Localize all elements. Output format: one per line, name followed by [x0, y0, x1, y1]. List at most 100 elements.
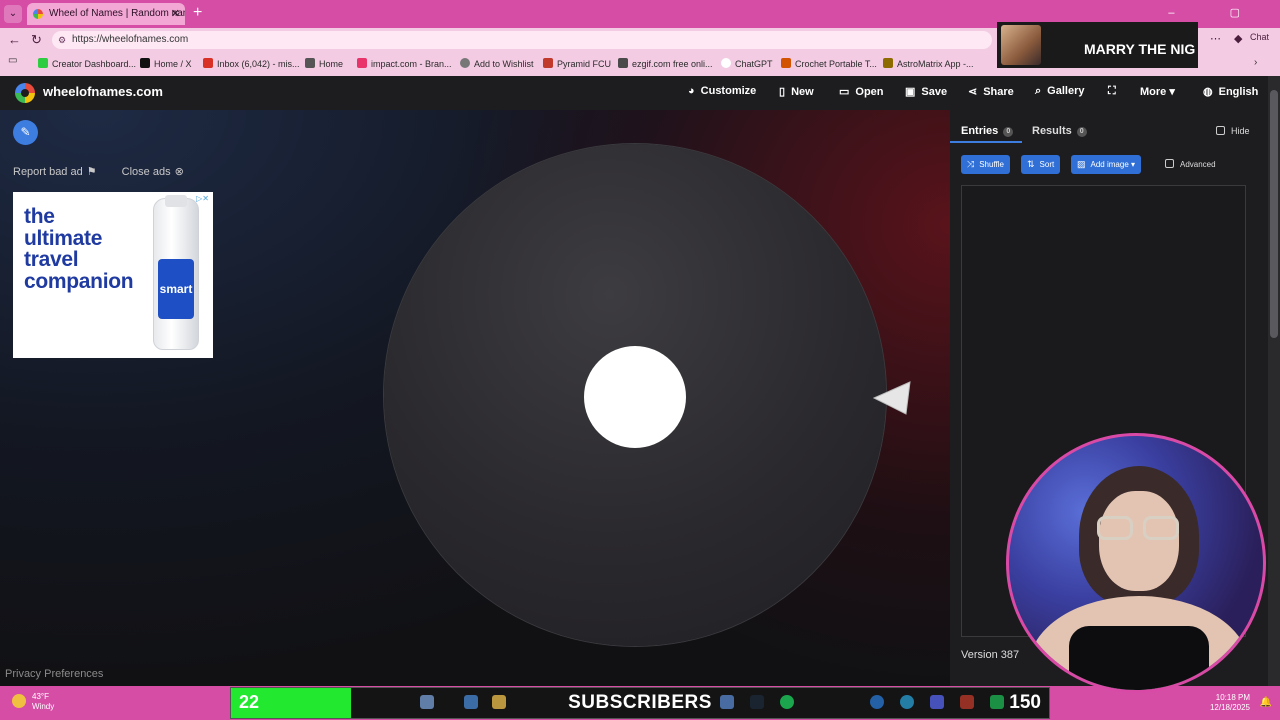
address-bar[interactable]: ⚙ https://wheelofnames.com	[52, 31, 992, 49]
more-button[interactable]: More ▾	[1140, 85, 1175, 98]
language-button[interactable]: ◍ English	[1203, 85, 1258, 98]
bookmark-item[interactable]: Creator Dashboard...	[38, 57, 136, 71]
app-icon[interactable]	[990, 695, 1004, 709]
taskview-icon[interactable]	[420, 695, 434, 709]
close-tab-icon[interactable]: ✕	[171, 3, 180, 25]
open-button[interactable]: ▭ Open	[839, 85, 884, 98]
flag-icon[interactable]: ⚑	[87, 166, 97, 178]
address-url: https://wheelofnames.com	[72, 34, 189, 45]
wheel-center-hub[interactable]	[584, 346, 686, 448]
browser-tab[interactable]: Wheel of Names | Random name p ✕	[27, 3, 185, 25]
bookmark-item[interactable]: ChatGPT	[721, 57, 773, 71]
entries-count-badge: 0	[1003, 127, 1014, 137]
advanced-checkbox[interactable]	[1165, 159, 1174, 168]
sort-button[interactable]: ⇅ Sort	[1021, 155, 1061, 174]
chat-label[interactable]: Chat	[1250, 32, 1269, 42]
spotify-icon[interactable]	[780, 695, 794, 709]
back-icon[interactable]: ←	[8, 31, 21, 49]
privacy-preferences-link[interactable]: Privacy Preferences	[5, 668, 103, 680]
hide-toggle[interactable]: Hide	[1216, 126, 1250, 136]
subscriber-goal-bar: 22 SUBSCRIBERS 150	[230, 687, 1050, 719]
bookmark-item[interactable]: Pyramid FCU	[543, 57, 611, 71]
subscriber-goal: 150	[1009, 692, 1041, 713]
app-icon[interactable]	[720, 695, 734, 709]
creator-icon	[38, 58, 48, 68]
ezgif-icon	[618, 58, 628, 68]
bookmark-item[interactable]: AstroMatrix App -...	[883, 57, 974, 71]
customize-button[interactable]: ◕ Customize	[688, 85, 756, 97]
new-tab-icon[interactable]: +	[193, 4, 202, 22]
bookmark-item[interactable]: ezgif.com free onli...	[618, 57, 713, 71]
site-logo-text[interactable]: wheelofnames.com	[43, 84, 163, 99]
tab-search-icon[interactable]: ⌄	[4, 5, 22, 23]
window-controls[interactable]: – ▢	[1168, 6, 1266, 19]
shuffle-button[interactable]: ⤨ Shuffle	[961, 155, 1010, 174]
ad-controls: Report bad ad ⚑ Close ads ⊗	[13, 165, 188, 178]
more-options-icon[interactable]: ⋯	[1210, 32, 1221, 45]
chevron-down-icon: ▾	[1169, 86, 1175, 98]
edit-pencil-button[interactable]: ✎	[13, 120, 38, 145]
bookmarks-more-icon[interactable]: ›	[1254, 57, 1257, 68]
globe-icon: ◍	[1203, 86, 1213, 98]
copilot-icon[interactable]: ◆	[1234, 32, 1242, 45]
browser-icon[interactable]	[900, 695, 914, 709]
bookmark-item[interactable]: Home / X	[140, 57, 192, 71]
advertisement[interactable]: the ultimate travel companion smart ▷✕	[13, 192, 213, 358]
webcam-top	[1069, 626, 1209, 690]
tab-results[interactable]: Results 0	[1032, 125, 1087, 137]
folder-icon[interactable]	[492, 695, 506, 709]
bottle-cap	[165, 195, 187, 207]
steam-icon[interactable]	[750, 695, 764, 709]
results-count-badge: 0	[1076, 127, 1087, 137]
bookmark-item[interactable]: Home	[305, 57, 343, 71]
files-icon[interactable]	[464, 695, 478, 709]
astromatrix-icon	[883, 58, 893, 68]
share-icon: ⋖	[968, 86, 978, 98]
bookmark-item[interactable]: Crochet Portable T...	[781, 57, 877, 71]
palette-icon: ◕	[688, 85, 695, 97]
notification-bell-icon[interactable]: 🔔	[1260, 697, 1272, 708]
weather-widget[interactable]: 43°F Windy	[12, 692, 54, 712]
bookmark-item[interactable]: impact.com - Bran...	[357, 57, 452, 71]
add-image-button[interactable]: ▨ Add image ▾	[1071, 155, 1142, 174]
reload-icon[interactable]: ↻	[31, 31, 42, 49]
discord-icon[interactable]	[930, 695, 944, 709]
fullscreen-icon: ⛶	[1108, 85, 1116, 97]
weather-icon	[12, 694, 26, 708]
system-clock[interactable]: 10:18 PM 12/18/2025	[1210, 693, 1250, 713]
share-button[interactable]: ⋖ Share	[968, 85, 1014, 98]
site-info-icon[interactable]: ⚙	[58, 31, 66, 49]
sidebar-toggle-icon[interactable]: ▭	[8, 55, 17, 66]
weather-temp: 43°F	[32, 692, 49, 701]
edge-icon[interactable]	[870, 695, 884, 709]
adchoices-icon[interactable]: ▷✕	[196, 194, 209, 203]
chatgpt-icon	[721, 58, 731, 68]
scrollbar-thumb[interactable]	[1270, 90, 1278, 338]
ad-brand: smart	[158, 259, 194, 319]
report-bad-ad-link[interactable]: Report bad ad	[13, 166, 83, 178]
gallery-button[interactable]: ⌕ Gallery	[1035, 85, 1084, 98]
close-ads-link[interactable]: Close ads	[122, 166, 171, 178]
fullscreen-button[interactable]: ⛶	[1108, 85, 1122, 98]
active-tab-indicator	[950, 141, 1022, 143]
bank-icon	[543, 58, 553, 68]
bookmark-item[interactable]: Inbox (6,042) - mis...	[203, 57, 300, 71]
pencil-icon: ✎	[20, 125, 31, 139]
advanced-toggle[interactable]: Advanced	[1165, 159, 1216, 169]
tab-entries[interactable]: Entries 0	[961, 125, 1014, 137]
close-circle-icon[interactable]: ⊗	[175, 166, 184, 178]
save-icon: ▣	[905, 86, 916, 98]
tab-title: Wheel of Names | Random name p	[49, 8, 185, 19]
page-scrollbar[interactable]	[1268, 76, 1280, 686]
hide-checkbox[interactable]	[1216, 126, 1225, 135]
wheel-logo-icon[interactable]	[15, 83, 35, 103]
chevron-down-icon: ▾	[1131, 160, 1136, 169]
save-button[interactable]: ▣ Save	[905, 85, 947, 98]
image-icon: ▨	[1077, 159, 1086, 169]
stream-alert-overlay: MARRY THE NIG	[997, 22, 1198, 68]
impact-icon	[357, 58, 367, 68]
app-icon[interactable]	[960, 695, 974, 709]
alert-text: MARRY THE NIG	[1084, 41, 1196, 57]
new-button[interactable]: ▯ New	[779, 85, 814, 98]
bookmark-item[interactable]: Add to Wishlist	[460, 57, 534, 71]
